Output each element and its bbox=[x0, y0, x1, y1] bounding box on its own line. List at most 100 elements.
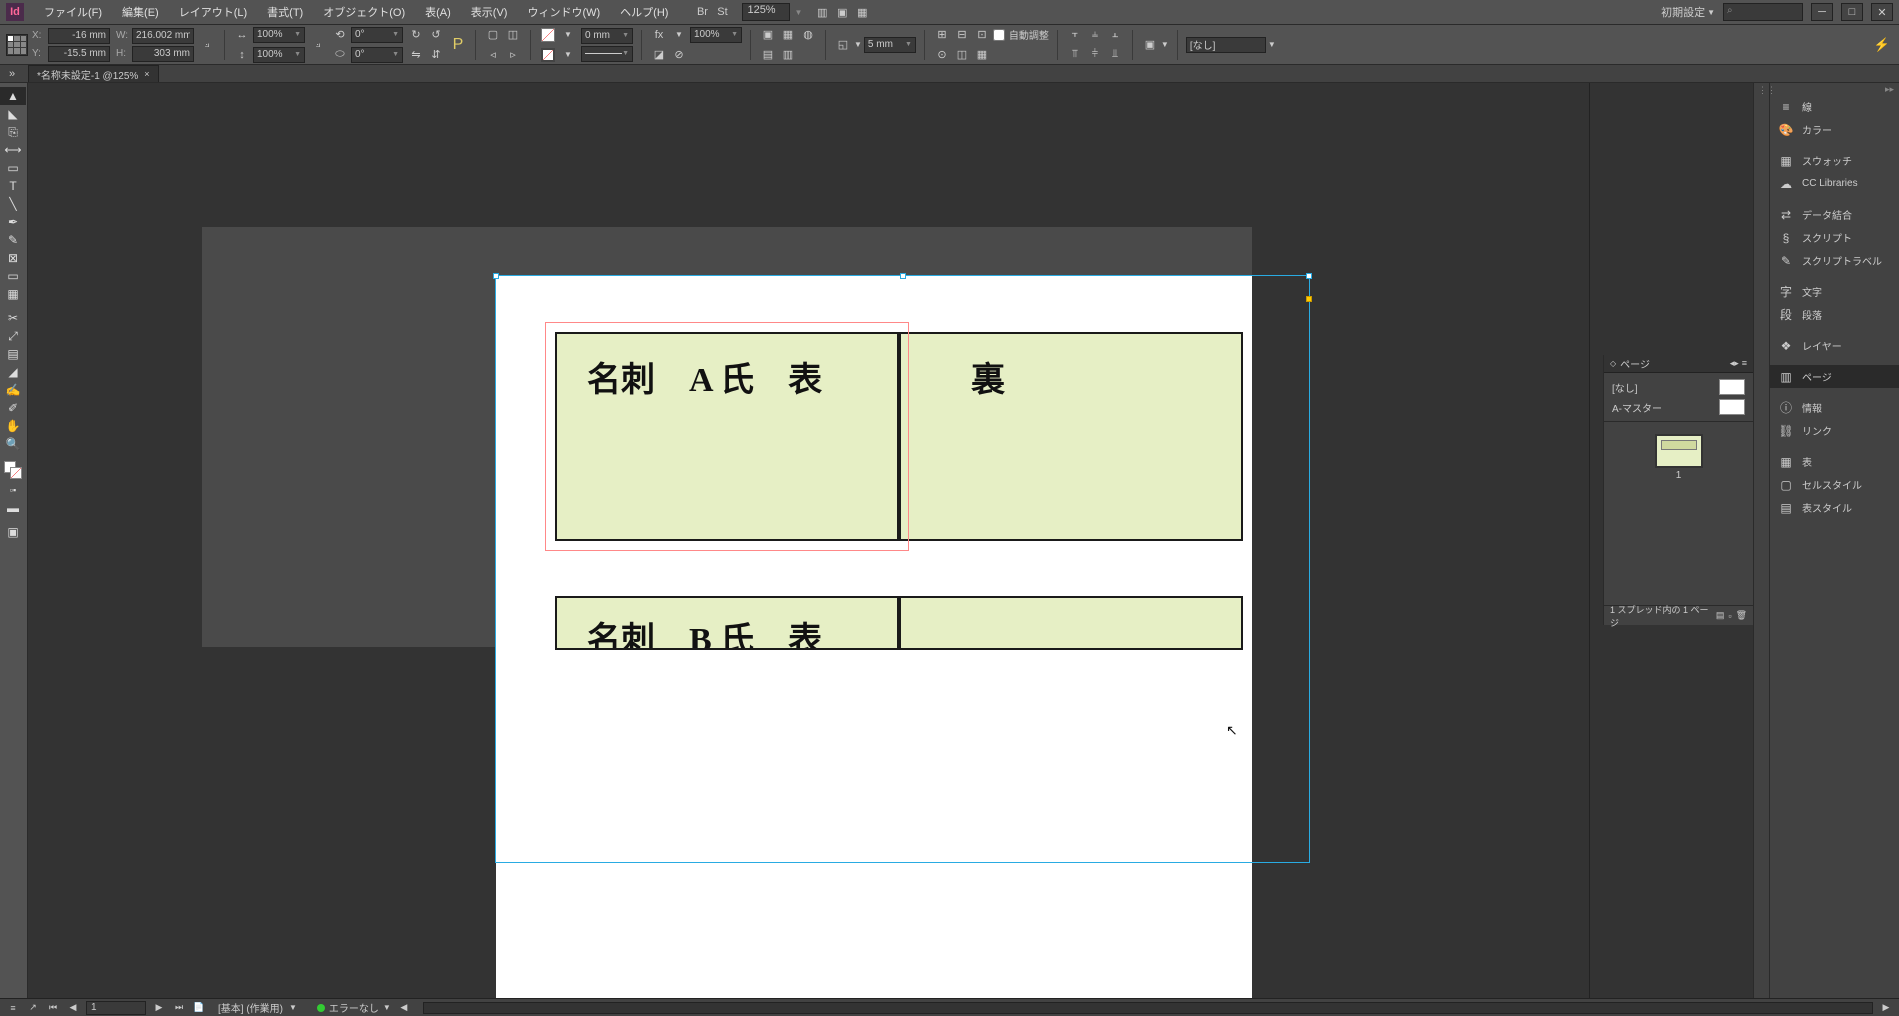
y-input[interactable] bbox=[48, 46, 110, 62]
dock-paragraph[interactable]: 段段落 bbox=[1770, 303, 1899, 326]
panel-menu-icon[interactable]: ≡ bbox=[1742, 358, 1747, 369]
dock-info[interactable]: ⓘ情報 bbox=[1770, 396, 1899, 419]
dock-stroke[interactable]: ≡線 bbox=[1770, 95, 1899, 118]
constrain-scale-icon[interactable]: ⟓ bbox=[309, 36, 327, 54]
layer-indicator[interactable]: [基本] (作業用) bbox=[218, 1000, 283, 1015]
pages-panel-expand-icon[interactable]: ◇ bbox=[1610, 359, 1616, 368]
stock-icon[interactable]: St bbox=[712, 3, 732, 21]
sel-next-icon[interactable]: ▹ bbox=[504, 46, 522, 64]
scissors-tool[interactable]: ✂ bbox=[0, 309, 26, 327]
x-input[interactable] bbox=[48, 28, 110, 44]
reference-point[interactable] bbox=[6, 34, 28, 56]
align-hcenter-icon[interactable]: ⫨ bbox=[1086, 26, 1104, 44]
page-next-icon[interactable]: ▶ bbox=[152, 1001, 166, 1015]
gradient-swatch-tool[interactable]: ▤ bbox=[0, 345, 26, 363]
sel-handle-mr[interactable] bbox=[1306, 296, 1312, 302]
align-top-icon[interactable]: ⫪ bbox=[1066, 46, 1084, 64]
sel-content-icon[interactable]: ▢ bbox=[484, 26, 502, 44]
drop-shadow-icon[interactable]: ◪ bbox=[650, 46, 668, 64]
current-page-input[interactable]: 1 bbox=[86, 1001, 146, 1015]
dock-swatches[interactable]: ▦スウォッチ bbox=[1770, 149, 1899, 172]
pages-list[interactable]: 1 bbox=[1604, 422, 1753, 605]
dock-color[interactable]: 🎨カラー bbox=[1770, 118, 1899, 141]
dock-table[interactable]: ▦表 bbox=[1770, 450, 1899, 473]
pages-new-icon[interactable]: ▫ bbox=[1728, 611, 1731, 621]
master-a[interactable]: A-マスター bbox=[1604, 397, 1753, 417]
corner-shape-icon[interactable]: ◱ bbox=[834, 36, 852, 54]
minimize-button[interactable]: ─ bbox=[1811, 3, 1833, 21]
status-menu-icon[interactable]: ≡ bbox=[6, 1001, 20, 1015]
panel-collapse-strip[interactable]: ⋮⋮ bbox=[1753, 83, 1769, 998]
preflight-dd-icon[interactable]: ▼ bbox=[383, 1003, 391, 1012]
gap-tool[interactable]: ⟷ bbox=[0, 141, 26, 159]
menu-object[interactable]: オブジェクト(O) bbox=[313, 4, 415, 20]
selection-tool[interactable]: ▲ bbox=[0, 87, 26, 105]
line-tool[interactable]: ╲ bbox=[0, 195, 26, 213]
view-options-icon[interactable]: ▥ bbox=[812, 3, 832, 21]
content-collector-tool[interactable]: ▭ bbox=[0, 159, 26, 177]
view-mode-icon[interactable]: ▣ bbox=[0, 523, 26, 541]
center-content-icon[interactable]: ⊙ bbox=[933, 46, 951, 64]
maximize-button[interactable]: □ bbox=[1841, 3, 1863, 21]
close-tab-icon[interactable]: × bbox=[144, 69, 149, 79]
menu-window[interactable]: ウィンドウ(W) bbox=[517, 4, 610, 20]
fx-icon[interactable]: fx bbox=[650, 26, 668, 44]
fill-frame-icon[interactable]: ⊡ bbox=[973, 26, 991, 44]
rotation-input[interactable]: 0° bbox=[351, 27, 403, 43]
auto-fit-checkbox[interactable]: 自動調整 bbox=[993, 27, 1049, 42]
eyedropper-tool[interactable]: ✐ bbox=[0, 399, 26, 417]
dock-cellstyle[interactable]: ▢セルスタイル bbox=[1770, 473, 1899, 496]
no-effect-icon[interactable]: ⊘ bbox=[670, 46, 688, 64]
panel-collapse-icon[interactable]: ◂▸ bbox=[1730, 358, 1739, 369]
dock-datamerge[interactable]: ⇄データ結合 bbox=[1770, 203, 1899, 226]
scale-y-input[interactable]: 100% bbox=[253, 47, 305, 63]
fit-content-icon[interactable]: ⊞ bbox=[933, 26, 951, 44]
close-button[interactable]: ✕ bbox=[1871, 3, 1893, 21]
constrain-wh-icon[interactable]: ⟓ bbox=[198, 36, 216, 54]
dock-tablestyle[interactable]: ▤表スタイル bbox=[1770, 496, 1899, 519]
hscroll-right-icon[interactable]: ▶ bbox=[1879, 1001, 1893, 1015]
zoom-dropdown-icon[interactable]: ▼ bbox=[794, 8, 802, 17]
pages-pagesize-icon[interactable]: ▤ bbox=[1716, 610, 1725, 621]
menu-table[interactable]: 表(A) bbox=[415, 4, 461, 20]
quick-apply-icon[interactable]: ⚡ bbox=[1871, 37, 1893, 53]
rectangle-frame-tool[interactable]: ⊠ bbox=[0, 249, 26, 267]
layer-dd-icon[interactable]: ▼ bbox=[289, 1003, 297, 1012]
menu-view[interactable]: 表示(V) bbox=[461, 4, 518, 20]
h-input[interactable] bbox=[132, 46, 194, 62]
dock-scriptlabel[interactable]: ✎スクリプトラベル bbox=[1770, 249, 1899, 272]
page-last-icon[interactable]: ⏭ bbox=[172, 1001, 186, 1015]
dock-links[interactable]: ⛓リンク bbox=[1770, 419, 1899, 442]
wrap-jumpnext-icon[interactable]: ▥ bbox=[779, 46, 797, 64]
menu-type[interactable]: 書式(T) bbox=[257, 4, 313, 20]
dock-collapse-icon[interactable]: ▸▸ bbox=[1885, 84, 1894, 95]
gradient-feather-tool[interactable]: ◢ bbox=[0, 363, 26, 381]
align-to-icon[interactable]: ▣ bbox=[1141, 36, 1159, 54]
card-b-front[interactable]: 名刺 B 氏 表 bbox=[555, 596, 899, 650]
rectangle-tool[interactable]: ▭ bbox=[0, 267, 26, 285]
rotate-cw-icon[interactable]: ↻ bbox=[407, 26, 425, 44]
card-a-back[interactable]: 裏 bbox=[899, 332, 1243, 541]
search-input[interactable] bbox=[1723, 3, 1803, 21]
bridge-icon[interactable]: Br bbox=[692, 3, 712, 21]
wrap-shape-icon[interactable]: ◍ bbox=[799, 26, 817, 44]
pages-panel-header[interactable]: ◇ ページ ◂▸≡ bbox=[1604, 355, 1753, 373]
stroke-style-input[interactable] bbox=[581, 46, 633, 62]
menu-file[interactable]: ファイル(F) bbox=[34, 4, 112, 20]
default-fs-icon[interactable]: ▫▪ bbox=[0, 481, 26, 499]
direct-selection-tool[interactable]: ◣ bbox=[0, 105, 26, 123]
wrap-jump-icon[interactable]: ▤ bbox=[759, 46, 777, 64]
fit-prop-icon[interactable]: ◫ bbox=[953, 46, 971, 64]
flip-h-icon[interactable]: ⇋ bbox=[407, 46, 425, 64]
page-first-icon[interactable]: ⏮ bbox=[46, 1001, 60, 1015]
card-b-back[interactable] bbox=[899, 596, 1243, 650]
arrange-docs-icon[interactable]: ▦ bbox=[852, 3, 872, 21]
dock-character[interactable]: 字文字 bbox=[1770, 280, 1899, 303]
page-thumb-1[interactable] bbox=[1655, 434, 1703, 468]
workspace-switcher[interactable]: 初期設定 ▼ bbox=[1661, 4, 1715, 20]
align-vcenter-icon[interactable]: ⫩ bbox=[1086, 46, 1104, 64]
type-tool[interactable]: T bbox=[0, 177, 26, 195]
document-tab[interactable]: *名称未設定-1 @125% × bbox=[28, 65, 159, 82]
vertical-scrollbar[interactable] bbox=[1589, 83, 1603, 998]
fit-frame-icon[interactable]: ⊟ bbox=[953, 26, 971, 44]
